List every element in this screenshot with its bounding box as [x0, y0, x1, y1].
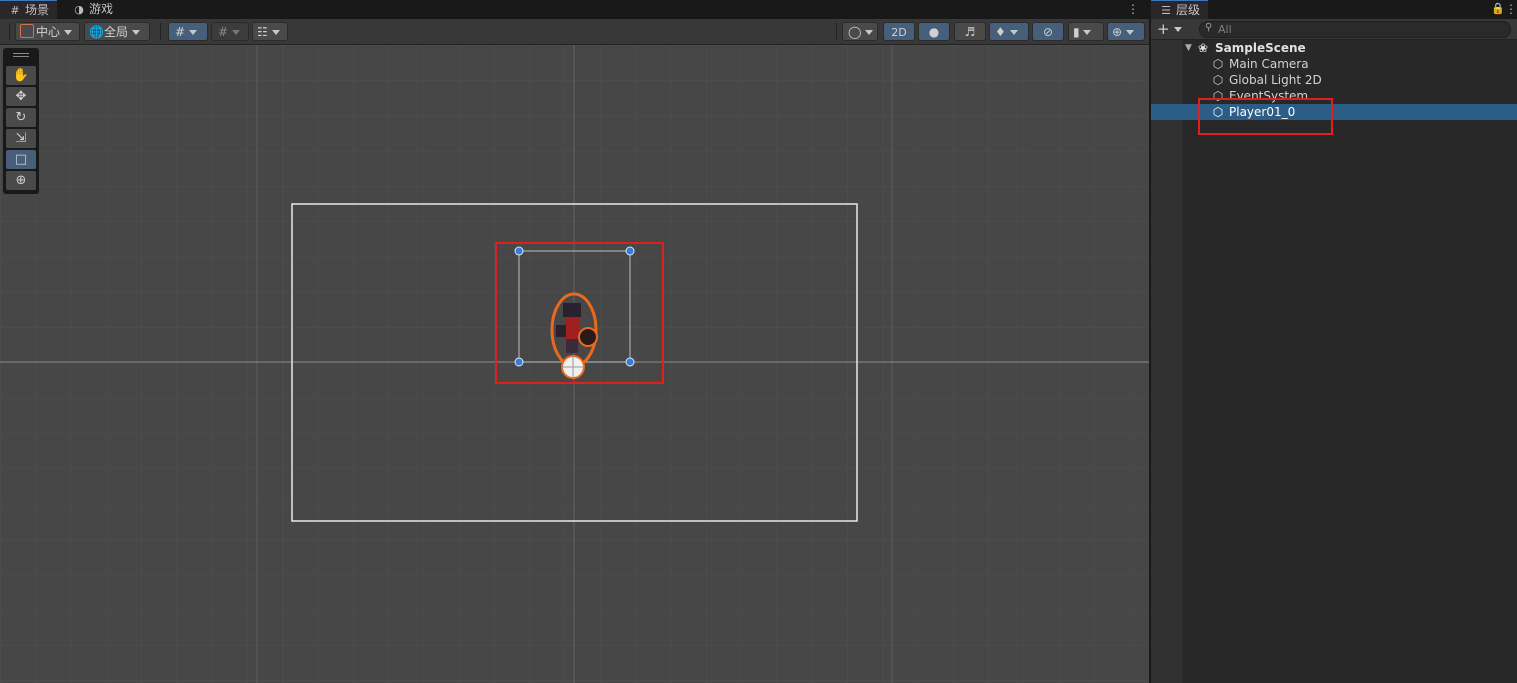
- gizmo-globe-icon: ⊕: [1112, 25, 1123, 39]
- gameobject-cube-icon: ⬡: [1212, 73, 1224, 87]
- chevron-down-icon: [1083, 30, 1092, 35]
- toolbar-separator: [836, 23, 837, 40]
- scene-tabbar: # 场景 ◑ 游戏 ⋮: [0, 0, 1149, 19]
- expand-arrow-icon: ▼: [1185, 43, 1192, 53]
- scale-icon: ⇲: [15, 131, 27, 146]
- camera-icon: ▮: [1073, 25, 1080, 39]
- hierarchy-item[interactable]: ⬡ Main Camera: [1151, 56, 1517, 72]
- chevron-down-icon: [1125, 30, 1134, 35]
- toolbar-separator: [160, 23, 161, 40]
- scene-panel: # 场景 ◑ 游戏 ⋮ 中心 🌐全局 # # ☷ ◯ 2D ● ♬ ♦ ⊘ ▮ …: [0, 0, 1149, 683]
- scale-tool-button[interactable]: ⇲: [6, 129, 36, 148]
- tools-overlay: ✋ ✥ ↻ ⇲ □ ⊕: [3, 48, 39, 194]
- chevron-down-icon: [1174, 27, 1183, 32]
- scene-root-row[interactable]: ▼ ❀ SampleScene: [1151, 40, 1517, 56]
- rotate-tool-button[interactable]: ↻: [6, 108, 36, 127]
- pivot-icon: [20, 24, 34, 38]
- lightbulb-icon: ●: [928, 25, 940, 39]
- chevron-down-icon: [131, 30, 140, 35]
- scene-grid: [0, 45, 1149, 683]
- effects-dropdown[interactable]: ♦: [989, 22, 1029, 41]
- ruler-icon: ☷: [257, 25, 268, 39]
- pivot-dropdown[interactable]: 中心: [15, 22, 80, 41]
- grid-icon: #: [10, 4, 20, 17]
- lock-icon[interactable]: 🔒: [1491, 2, 1505, 15]
- ruler-button[interactable]: ☷: [252, 22, 288, 41]
- audio-toggle[interactable]: ♬: [954, 22, 986, 41]
- hierarchy-gutter: [1151, 40, 1183, 683]
- camera-dropdown[interactable]: ▮: [1068, 22, 1104, 41]
- move-tool-button[interactable]: ✥: [6, 87, 36, 106]
- gameobject-cube-icon: ⬡: [1212, 57, 1224, 71]
- add-button[interactable]: +: [1157, 20, 1183, 38]
- chevron-down-icon: [865, 30, 874, 35]
- hierarchy-search-input[interactable]: ⚲ All: [1199, 21, 1511, 38]
- toolbar-separator: [9, 23, 10, 40]
- scene-toolbar: 中心 🌐全局 # # ☷ ◯ 2D ● ♬ ♦ ⊘ ▮ ⊕: [0, 19, 1149, 45]
- highlight-box-hierarchy: [1198, 98, 1333, 135]
- space-dropdown[interactable]: 🌐全局: [84, 22, 150, 41]
- shading-sphere-icon: ◯: [848, 25, 862, 39]
- lighting-toggle[interactable]: ●: [918, 22, 950, 41]
- increment-snap-icon: #: [218, 25, 229, 39]
- scene-visibility-toggle[interactable]: ⊘: [1032, 22, 1064, 41]
- rect-icon: □: [14, 152, 28, 167]
- tab-hierarchy[interactable]: ☰ 层级: [1151, 0, 1209, 19]
- shading-mode-dropdown[interactable]: ◯: [842, 22, 878, 41]
- chevron-down-icon: [63, 30, 72, 35]
- mode-2d-toggle[interactable]: 2D: [883, 22, 915, 41]
- hierarchy-tabbar: ☰ 层级 🔒 ⋮: [1151, 0, 1517, 19]
- gizmos-dropdown[interactable]: ⊕: [1107, 22, 1145, 41]
- chevron-down-icon: [231, 30, 240, 35]
- unity-scene-icon: ❀: [1198, 41, 1209, 55]
- panel-divider[interactable]: [1149, 0, 1151, 683]
- scene-viewport[interactable]: ✋ ✥ ↻ ⇲ □ ⊕: [0, 45, 1149, 683]
- chevron-down-icon: [1009, 30, 1018, 35]
- move-arrows-icon: ✥: [15, 89, 27, 104]
- transform-icon: ⊕: [15, 173, 27, 188]
- hierarchy-toolbar: + ⚲ All: [1151, 19, 1517, 40]
- tab-scene[interactable]: # 场景: [0, 0, 58, 19]
- hierarchy-item[interactable]: ⬡ Global Light 2D: [1151, 72, 1517, 88]
- hand-icon: ✋: [12, 68, 30, 83]
- eye-slash-icon: ⊘: [1042, 25, 1054, 39]
- more-options-icon[interactable]: ⋮: [1505, 2, 1517, 16]
- tab-game[interactable]: ◑ 游戏: [64, 0, 121, 19]
- more-options-icon[interactable]: ⋮: [1127, 2, 1139, 16]
- drag-handle-icon[interactable]: [13, 53, 29, 54]
- list-icon: ☰: [1161, 4, 1171, 17]
- grid-snap-button[interactable]: #: [168, 22, 208, 41]
- hierarchy-panel: ☰ 层级 🔒 ⋮ + ⚲ All ▼ ❀ SampleScene ⬡ Main C…: [1151, 0, 1517, 683]
- rect-tool-button[interactable]: □: [6, 150, 36, 169]
- search-icon: ⚲: [1205, 22, 1213, 33]
- chevron-down-icon: [271, 30, 280, 35]
- gamepad-icon: ◑: [74, 3, 84, 16]
- layers-icon: ♦: [995, 25, 1006, 39]
- globe-icon: 🌐: [89, 25, 104, 39]
- plus-icon: +: [1157, 20, 1170, 38]
- rotate-icon: ↻: [15, 110, 27, 125]
- speaker-icon: ♬: [964, 25, 976, 39]
- transform-tool-button[interactable]: ⊕: [6, 171, 36, 190]
- hand-tool-button[interactable]: ✋: [6, 66, 36, 85]
- increment-snap-button[interactable]: #: [211, 22, 249, 41]
- chevron-down-icon: [188, 30, 197, 35]
- grid-snap-icon: #: [175, 25, 186, 39]
